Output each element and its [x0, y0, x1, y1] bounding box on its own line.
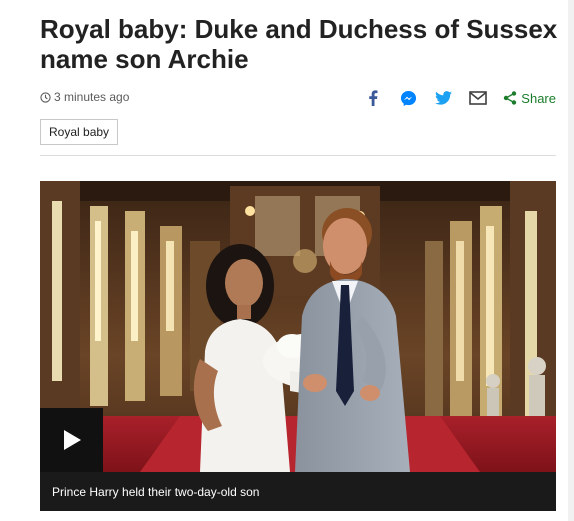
messenger-icon[interactable] — [399, 89, 417, 107]
share-bar: Share — [347, 88, 556, 108]
share-label: Share — [521, 90, 556, 106]
scrollbar[interactable] — [568, 0, 574, 521]
facebook-icon[interactable] — [364, 89, 382, 107]
timestamp: 3 minutes ago — [40, 90, 129, 104]
play-button[interactable] — [40, 408, 103, 472]
divider — [40, 155, 556, 156]
video-caption-text: Prince Harry held their two-day-old son — [52, 484, 260, 499]
play-icon — [63, 430, 81, 450]
video-player[interactable] — [40, 181, 556, 472]
twitter-icon[interactable] — [434, 89, 452, 107]
article-meta: 3 minutes ago Share — [40, 88, 556, 108]
article-headline: Royal baby: Duke and Duchess of Sussex n… — [40, 14, 558, 74]
video-caption: Prince Harry held their two-day-old son — [40, 472, 556, 511]
timestamp-text: 3 minutes ago — [54, 90, 130, 104]
share-icon — [504, 91, 517, 105]
email-icon[interactable] — [469, 89, 488, 107]
share-button[interactable]: Share — [503, 91, 556, 106]
clock-icon — [40, 91, 51, 103]
video-thumbnail — [40, 181, 556, 472]
topic-tag[interactable]: Royal baby — [40, 119, 119, 145]
